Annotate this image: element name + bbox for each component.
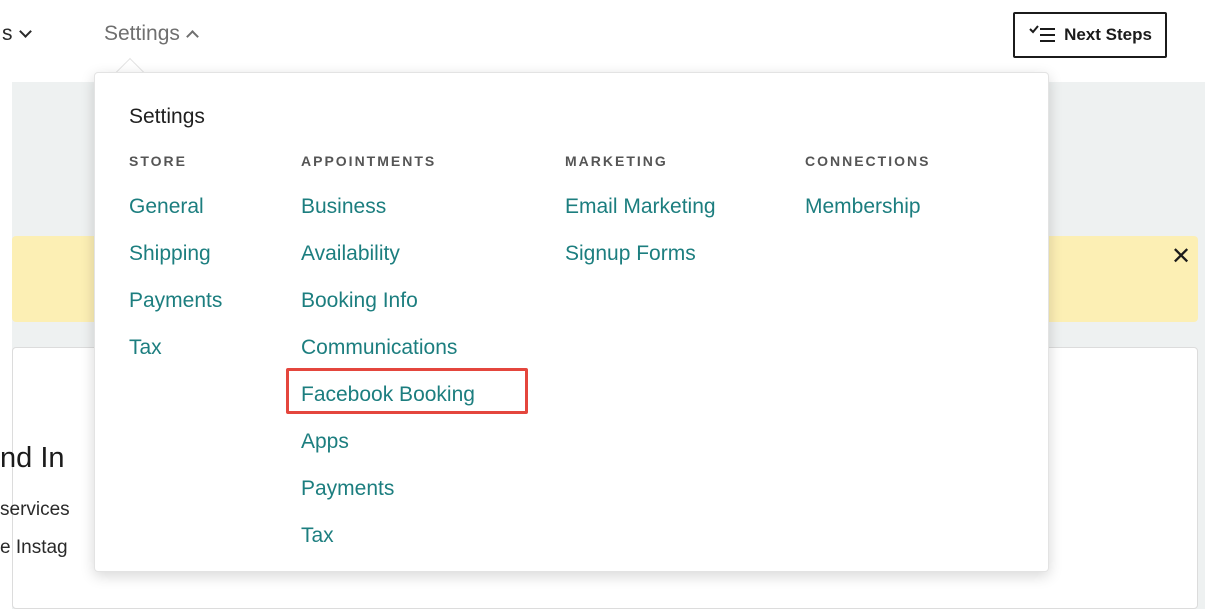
checklist-icon (1028, 24, 1056, 46)
dropdown-title: Settings (129, 105, 205, 128)
nav-menu-previous[interactable]: s (2, 22, 32, 46)
next-steps-label: Next Steps (1064, 25, 1152, 44)
menu-column-store: STORE General Shipping Payments Tax (129, 153, 222, 371)
column-header-appointments: APPOINTMENTS (301, 153, 437, 169)
menu-link-appointments-tax[interactable]: Tax (301, 512, 475, 559)
menu-link-marketing-signup-forms[interactable]: Signup Forms (565, 230, 716, 277)
next-steps-button[interactable]: Next Steps (1013, 12, 1167, 58)
top-navigation-bar: s Settings Next Steps (0, 0, 1205, 80)
menu-column-appointments: APPOINTMENTS Business Availability Booki… (301, 153, 475, 559)
menu-column-marketing: MARKETING Email Marketing Signup Forms (565, 153, 716, 277)
menu-link-appointments-communications[interactable]: Communications (301, 324, 475, 371)
card-description-line-2: e Instag (0, 537, 68, 558)
card-description-line-1: services (0, 499, 70, 520)
menu-link-store-tax[interactable]: Tax (129, 324, 222, 371)
menu-link-appointments-business[interactable]: Business (301, 183, 475, 230)
column-header-store: STORE (129, 153, 187, 169)
chevron-up-icon (186, 30, 199, 43)
menu-link-appointments-availability[interactable]: Availability (301, 230, 475, 277)
nav-menu-settings-label: Settings (104, 22, 180, 45)
menu-link-appointments-apps[interactable]: Apps (301, 418, 475, 465)
menu-link-marketing-email-marketing[interactable]: Email Marketing (565, 183, 716, 230)
menu-link-store-general[interactable]: General (129, 183, 222, 230)
menu-link-appointments-facebook-booking[interactable]: Facebook Booking (301, 371, 475, 418)
menu-column-connections: CONNECTIONS Membership (805, 153, 930, 230)
column-header-connections: CONNECTIONS (805, 153, 931, 169)
settings-dropdown-menu: Settings STORE General Shipping Payments… (94, 72, 1049, 572)
nav-menu-settings[interactable]: Settings (104, 22, 199, 46)
menu-link-store-shipping[interactable]: Shipping (129, 230, 222, 277)
card-heading: nd In (0, 442, 65, 474)
menu-link-appointments-booking-info[interactable]: Booking Info (301, 277, 475, 324)
menu-link-store-payments[interactable]: Payments (129, 277, 222, 324)
menu-link-connections-membership[interactable]: Membership (805, 183, 930, 230)
menu-link-appointments-payments[interactable]: Payments (301, 465, 475, 512)
nav-menu-previous-label: s (2, 22, 13, 45)
chevron-down-icon (18, 25, 32, 38)
close-icon[interactable]: ✕ (1168, 244, 1194, 270)
column-header-marketing: MARKETING (565, 153, 668, 169)
